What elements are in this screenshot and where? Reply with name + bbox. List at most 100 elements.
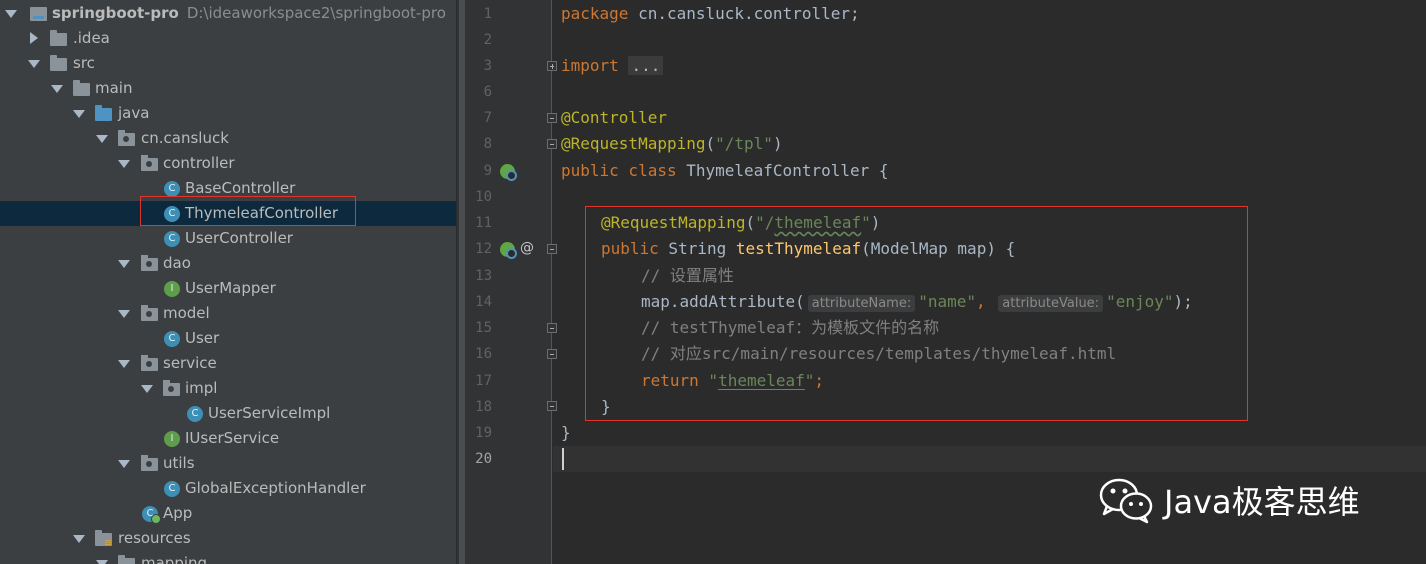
code-text: ( [705,134,716,153]
package-icon [141,155,158,171]
expand-arrow-icon[interactable] [51,85,63,93]
line-number: 18 [475,399,492,415]
tree-item-label: impl [185,379,218,397]
tree-item-iuserservice[interactable]: I IUserService [0,426,456,451]
fold-collapse-icon[interactable] [547,139,557,149]
folder-icon [73,80,90,96]
fold-collapse-icon[interactable] [547,244,557,254]
expand-arrow-icon[interactable] [118,310,130,318]
keyword: public class [561,161,677,180]
resources-folder-icon [95,530,112,546]
tree-root[interactable]: springboot-pro D:\ideaworkspace2\springbo… [0,1,456,26]
package-icon [141,355,158,371]
expand-arrow-icon[interactable] [141,385,153,393]
code-text: } [561,423,571,442]
tree-item-label: mapping [141,554,208,564]
line-number: 19 [475,425,492,441]
fold-expand-icon[interactable] [547,61,557,71]
scrollbar-thumb[interactable] [459,0,465,564]
source-folder-icon [95,105,112,121]
tree-item-service[interactable]: service [0,351,456,376]
line-number: 17 [475,373,492,389]
tree-item-mapping[interactable]: mapping [0,551,456,564]
tree-item-usercontroller[interactable]: C UserController [0,226,456,251]
interface-icon: I [164,431,180,447]
tree-item-impl[interactable]: impl [0,376,456,401]
tree-item-usermapper[interactable]: I UserMapper [0,276,456,301]
tree-item-user[interactable]: C User [0,326,456,351]
line-number-current: 20 [475,451,492,467]
tree-item-label: UserMapper [185,279,276,297]
tree-item-label: main [95,79,133,97]
request-mapping-icon[interactable]: @ [520,240,534,256]
class-icon: C [164,331,180,347]
class-icon: C [164,231,180,247]
tree-item-label: User [185,329,220,347]
expand-arrow-icon[interactable] [28,60,40,68]
expand-arrow-icon[interactable] [118,460,130,468]
collapse-arrow-icon[interactable] [30,32,38,44]
keyword: import [561,56,619,75]
tree-item-globalexceptionhandler[interactable]: C GlobalExceptionHandler [0,476,456,501]
code-line-3: import ... [561,53,664,79]
tree-item-java[interactable]: java [0,101,456,126]
package-icon [141,255,158,271]
line-number: 8 [483,136,492,152]
code-highlight-box [585,206,1248,421]
expand-arrow-icon[interactable] [118,360,130,368]
tree-item-label: model [163,304,210,322]
line-number: 6 [483,84,492,100]
expand-arrow-icon[interactable] [118,160,130,168]
class-icon: C [164,481,180,497]
spring-bean-icon[interactable] [500,164,517,181]
line-number: 15 [475,320,492,336]
tree-scrollbar[interactable] [456,0,466,564]
folder-icon [50,55,67,71]
line-number: 7 [483,110,492,126]
line-number: 3 [483,58,492,74]
expand-arrow-icon[interactable] [73,110,85,118]
selection-highlight-box [140,196,356,226]
tree-item-app[interactable]: C App [0,501,456,526]
line-number: 11 [475,215,492,231]
line-number: 12 [475,241,492,257]
tree-item-label: IUserService [185,429,280,447]
project-name: springboot-pro [52,4,179,22]
project-tree: springboot-pro D:\ideaworkspace2\springbo… [0,0,456,564]
expand-arrow-icon[interactable] [96,560,108,564]
fold-collapse-icon[interactable] [547,349,557,359]
folded-imports[interactable]: ... [628,56,664,75]
line-number: 13 [475,268,492,284]
tree-item-label: resources [118,529,191,547]
wechat-icon [1099,478,1153,524]
tree-item-userserviceimpl[interactable]: C UserServiceImpl [0,401,456,426]
code-line-19: } [561,420,571,446]
fold-collapse-icon[interactable] [547,401,557,411]
tree-item-resources[interactable]: resources [0,526,456,551]
tree-item-dao[interactable]: dao [0,251,456,276]
expand-arrow-icon[interactable] [73,535,85,543]
tree-item-src[interactable]: src [0,51,456,76]
module-icon [30,7,47,21]
tree-item-label: GlobalExceptionHandler [185,479,366,497]
tree-item-label: UserController [185,229,293,247]
tree-item-model[interactable]: model [0,301,456,326]
fold-collapse-icon[interactable] [547,323,557,333]
interface-icon: I [164,281,180,297]
tree-item-idea[interactable]: .idea [0,26,456,51]
package-icon [163,380,180,396]
code-line-9: public class ThymeleafController { [561,158,889,184]
expand-arrow-icon[interactable] [5,10,17,18]
tree-item-utils[interactable]: utils [0,451,456,476]
fold-collapse-icon[interactable] [547,113,557,123]
line-number: 2 [483,32,492,48]
expand-arrow-icon[interactable] [118,260,130,268]
expand-arrow-icon[interactable] [96,135,108,143]
keyword: package [561,4,629,23]
spring-bean-icon[interactable] [500,242,517,259]
annotation: @RequestMapping [561,134,706,153]
tree-item-controller[interactable]: controller [0,151,456,176]
tree-item-cn-cansluck[interactable]: cn.cansluck [0,126,456,151]
tree-item-main[interactable]: main [0,76,456,101]
folder-icon [50,30,67,46]
